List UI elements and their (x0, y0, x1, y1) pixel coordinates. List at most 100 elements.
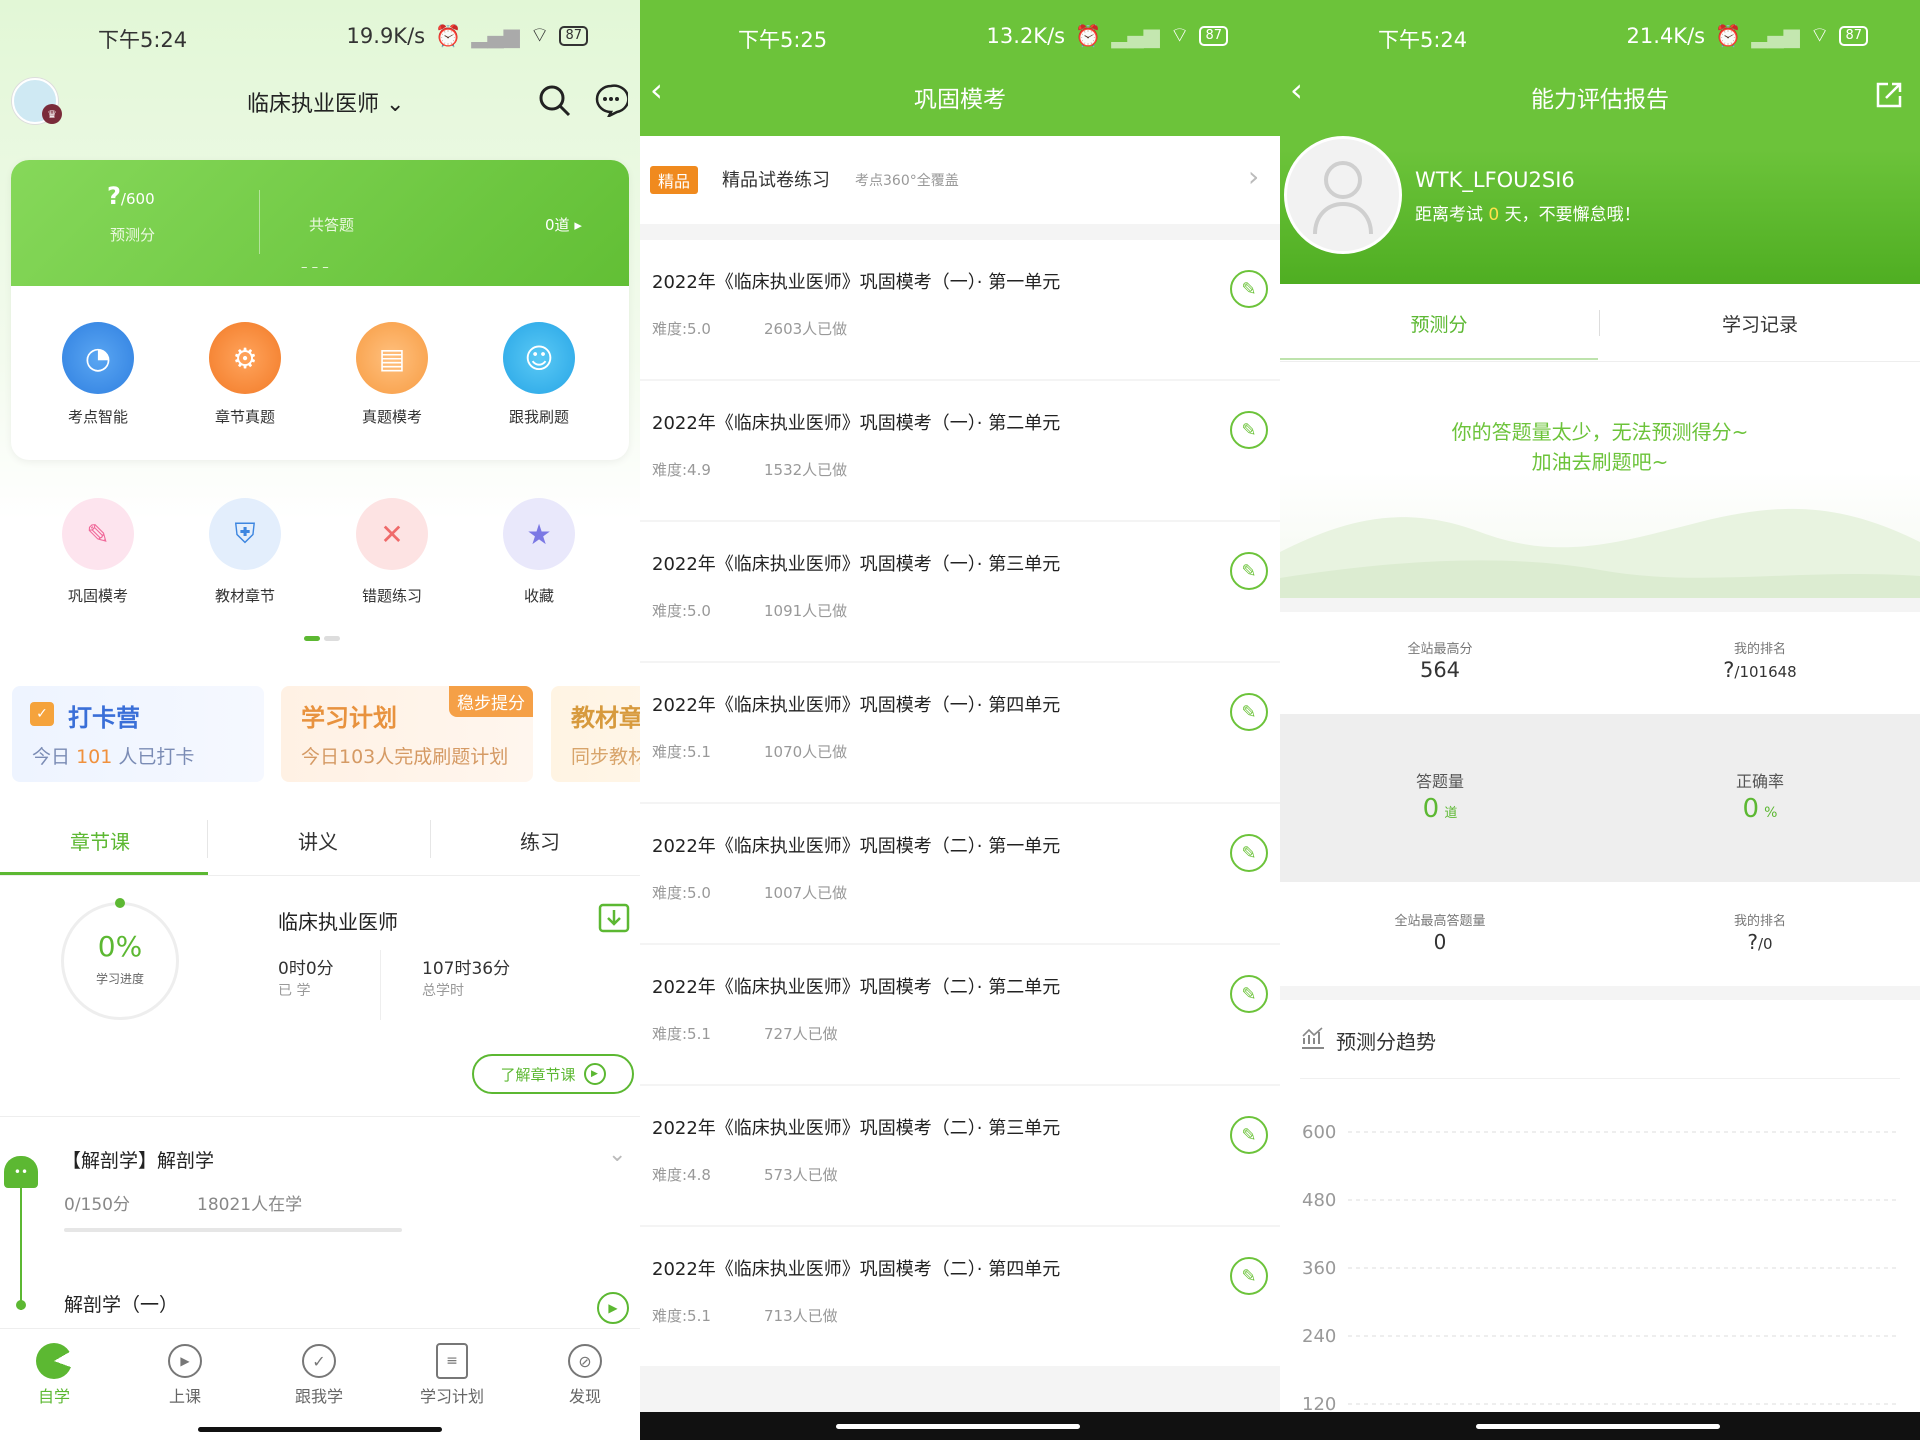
grid-label[interactable]: 教材章节 (195, 585, 295, 606)
tab-handouts[interactable]: 讲义 (218, 826, 418, 855)
follow-practice-icon[interactable]: ☺ (503, 322, 575, 394)
total-time: 107时36分 (422, 959, 511, 979)
my-rank: ? (1747, 930, 1758, 954)
exam-list-item[interactable]: 2022年《临床执业医师》巩固模考（一）· 第四单元 难度:5.1 1070人已做 ✎ (640, 663, 1280, 802)
chapter-questions-icon[interactable]: ⚙ (209, 322, 281, 394)
y-tick-label: 240 (1302, 1326, 1336, 1347)
plan-doc-icon[interactable]: ≡ (436, 1343, 468, 1379)
chevron-down-icon[interactable]: ⌄ (608, 1142, 626, 1167)
my-rank: ? (1723, 658, 1735, 682)
accuracy-unit: % (1764, 805, 1778, 821)
message-icon[interactable] (594, 83, 628, 117)
grid-label[interactable]: 巩固模考 (48, 585, 148, 606)
nav-self-study[interactable]: 自学 (14, 1383, 94, 1407)
download-icon[interactable] (598, 903, 630, 933)
card-title: 打卡营 (68, 704, 140, 732)
alarm-icon: ⏰ (1715, 23, 1742, 48)
study-plan-card[interactable]: 学习计划 今日103人完成刷题计划 稳步提分 (281, 686, 533, 782)
nav-discover[interactable]: 发现 (545, 1383, 625, 1407)
favorites-icon[interactable]: ★ (503, 498, 575, 570)
exam-selector[interactable]: 临床执业医师 ⌄ (247, 86, 404, 118)
grid-label[interactable]: 错题练习 (342, 585, 442, 606)
battery-icon: 87 (559, 26, 588, 46)
exam-list-item[interactable]: 2022年《临床执业医师》巩固模考（二）· 第三单元 难度:4.8 573人已做 ✎ (640, 1086, 1280, 1225)
edit-pencil-icon[interactable]: ✎ (1230, 693, 1268, 731)
exam-list-item[interactable]: 2022年《临床执业医师》巩固模考（一）· 第二单元 难度:4.9 1532人已做 ✎ (640, 381, 1280, 520)
play-icon[interactable]: ▶ (597, 1292, 629, 1324)
wrong-questions-icon[interactable]: ✕ (356, 498, 428, 570)
edit-pencil-icon[interactable]: ✎ (1230, 411, 1268, 449)
exam-difficulty: 难度:5.0 (652, 320, 711, 338)
exam-title: 2022年《临床执业医师》巩固模考（二）· 第一单元 (652, 836, 1061, 857)
chapter-progress-bar (64, 1228, 402, 1232)
exam-list-item[interactable]: 2022年《临床执业医师》巩固模考（一）· 第一单元 难度:5.0 2603人已做 ✎ (640, 240, 1280, 379)
signal-icon: ▂▄▆ (1751, 24, 1800, 48)
consolidate-exam-icon[interactable]: ✎ (62, 498, 134, 570)
edit-pencil-icon[interactable]: ✎ (1230, 270, 1268, 308)
premium-promo-row[interactable]: 精品 精品试卷练习 考点360°全覆盖 › (640, 136, 1280, 224)
answered-label: 共答题 (309, 216, 355, 234)
class-play-icon[interactable]: ▶ (168, 1344, 202, 1378)
battery-icon: 87 (1839, 26, 1868, 46)
exam-done-count: 1532人已做 (764, 461, 848, 479)
page-indicator (304, 636, 320, 641)
chapter-title[interactable]: 【解剖学】解剖学 (62, 1146, 214, 1173)
y-tick-label: 360 (1302, 1258, 1336, 1279)
nav-follow[interactable]: 跟我学 (279, 1383, 359, 1407)
pacman-icon[interactable] (36, 1343, 72, 1379)
exam-done-count: 1070人已做 (764, 743, 848, 761)
edit-pencil-icon[interactable]: ✎ (1230, 1257, 1268, 1295)
tab-predict-score[interactable]: 预测分 (1280, 310, 1598, 337)
exam-difficulty: 难度:5.1 (652, 743, 711, 761)
vip-badge-icon: ♛ (42, 104, 62, 124)
card-sub: 今日 (32, 746, 71, 768)
my-rank-label: 我的排名 (1733, 642, 1786, 657)
edit-pencil-icon[interactable]: ✎ (1230, 975, 1268, 1013)
learn-chapter-course-button[interactable]: 了解章节课 ▶ (472, 1054, 634, 1094)
share-icon[interactable] (1874, 80, 1904, 110)
nav-class[interactable]: 上课 (145, 1383, 225, 1407)
answered-value: 0 (1422, 794, 1440, 824)
exam-title: 2022年《临床执业医师》巩固模考（二）· 第二单元 (652, 977, 1061, 998)
edit-pencil-icon[interactable]: ✎ (1230, 834, 1268, 872)
tab-chapter-course[interactable]: 章节课 (0, 826, 200, 855)
grid-label[interactable]: 章节真题 (195, 406, 295, 427)
grid-label[interactable]: 收藏 (489, 585, 589, 606)
exam-difficulty: 难度:5.0 (652, 884, 711, 902)
trend-section: 预测分趋势 600 480 360 240 120 (1280, 1000, 1920, 1412)
username: WTK_LFOU2SI6 (1415, 168, 1575, 192)
checkin-count: 101 (76, 746, 113, 768)
promo-sub: 考点360°全覆盖 (855, 173, 959, 189)
smart-points-icon[interactable]: ◔ (62, 322, 134, 394)
grid-label[interactable]: 考点智能 (48, 406, 148, 427)
net-speed: 13.2K/s (986, 24, 1066, 48)
textbook-card[interactable]: 教材章 同步教材 (551, 686, 640, 782)
grid-label[interactable]: 跟我刷题 (489, 406, 589, 427)
edit-pencil-icon[interactable]: ✎ (1230, 552, 1268, 590)
tab-practice[interactable]: 练习 (440, 826, 640, 855)
exam-list-item[interactable]: 2022年《临床执业医师》巩固模考（二）· 第一单元 难度:5.0 1007人已做 ✎ (640, 804, 1280, 943)
tab-study-record[interactable]: 学习记录 (1600, 310, 1920, 337)
discover-compass-icon[interactable]: ⊘ (568, 1344, 602, 1378)
follow-check-icon[interactable]: ✓ (302, 1344, 336, 1378)
exam-list-item[interactable]: 2022年《临床执业医师》巩固模考（一）· 第三单元 难度:5.0 1091人已做 ✎ (640, 522, 1280, 661)
exam-done-count: 1091人已做 (764, 602, 848, 620)
exam-list-item[interactable]: 2022年《临床执业医师》巩固模考（二）· 第二单元 难度:5.1 727人已做 ✎ (640, 945, 1280, 1084)
nav-study-plan[interactable]: 学习计划 (407, 1383, 497, 1407)
total-label: 总学时 (422, 983, 464, 999)
promo-title: 精品试卷练习 (722, 170, 830, 191)
predict-score-value: ? (107, 182, 121, 210)
edit-pencil-icon[interactable]: ✎ (1230, 1116, 1268, 1154)
textbook-chapter-icon[interactable]: ⛨ (209, 498, 281, 570)
signal-icon: ▂▄▆ (1111, 24, 1160, 48)
sub-chapter-title[interactable]: 解剖学（一） (64, 1290, 178, 1317)
answered-count-link[interactable]: 0道 ▸ (545, 214, 582, 235)
user-placeholder-icon (1313, 161, 1373, 235)
arrow-right-icon: ▸ (569, 216, 582, 234)
past-exam-icon[interactable]: ▤ (356, 322, 428, 394)
checkin-card[interactable]: ✓ 打卡营 今日 101 人已打卡 (12, 686, 264, 782)
accuracy-value: 0 (1742, 794, 1760, 824)
grid-label[interactable]: 真题模考 (342, 406, 442, 427)
search-icon[interactable] (538, 84, 572, 118)
exam-list-item[interactable]: 2022年《临床执业医师》巩固模考（二）· 第四单元 难度:5.1 713人已做 ✎ (640, 1227, 1280, 1366)
